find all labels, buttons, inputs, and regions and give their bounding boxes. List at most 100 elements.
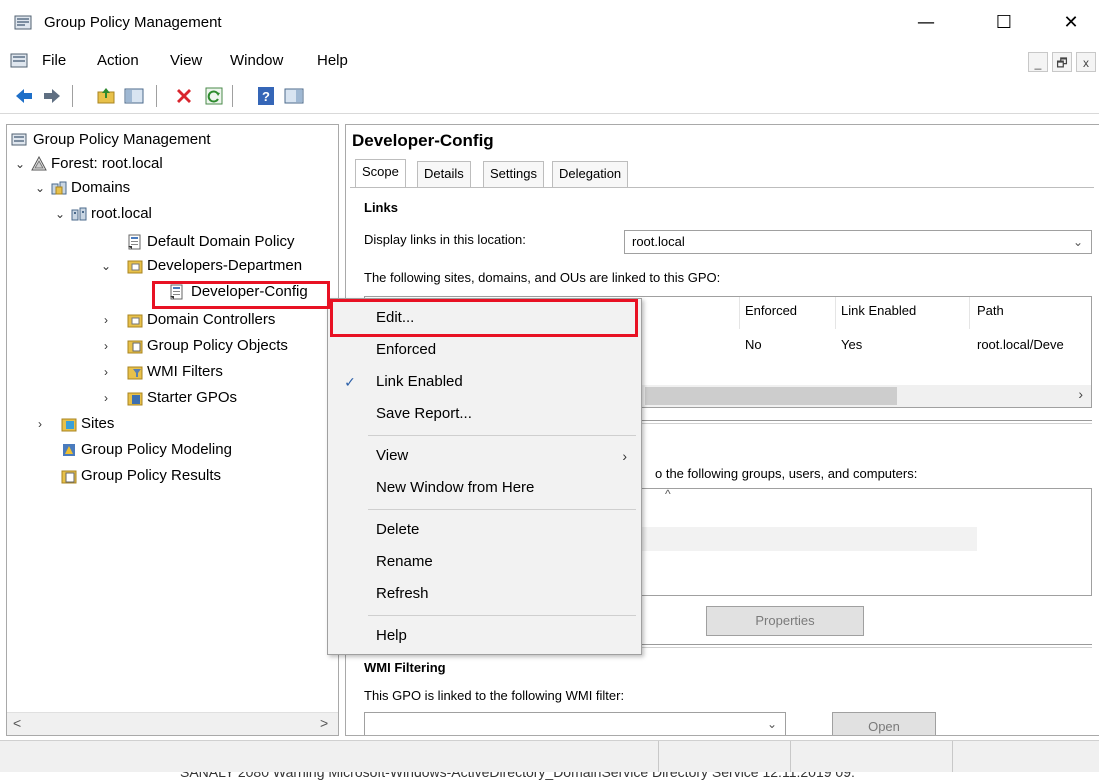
menu-item-save-report[interactable]: Save Report... xyxy=(328,399,641,429)
tree-item-label: Forest: root.local xyxy=(51,155,163,172)
tree-item-sites[interactable]: › Sites xyxy=(7,413,337,435)
gpm-app-icon xyxy=(14,15,32,30)
menu-help[interactable]: Help xyxy=(317,52,348,69)
menu-view[interactable]: View xyxy=(170,52,202,69)
collapse-chevron-icon[interactable]: ⌄ xyxy=(33,177,47,199)
menu-action[interactable]: Action xyxy=(97,52,139,69)
menu-item-refresh[interactable]: Refresh xyxy=(328,579,641,609)
tab-details[interactable]: Details xyxy=(417,161,471,187)
tree-item-group-policy-management[interactable]: Group Policy Management xyxy=(7,129,337,151)
toolbar-separator xyxy=(232,85,233,107)
menu-item-view[interactable]: View › xyxy=(328,441,641,471)
menu-item-edit[interactable]: Edit... xyxy=(328,303,641,333)
tree-item-group-policy-modeling[interactable]: Group Policy Modeling xyxy=(7,439,337,461)
tab-scope[interactable]: Scope xyxy=(355,159,406,187)
collapse-chevron-icon[interactable]: ⌄ xyxy=(13,153,27,175)
context-menu: Edit... Enforced ✓ Link Enabled Save Rep… xyxy=(327,298,642,655)
show-hide-tree-icon[interactable] xyxy=(124,86,144,106)
location-dropdown[interactable]: root.local ⌄ xyxy=(624,230,1092,254)
expand-chevron-icon[interactable]: › xyxy=(99,335,113,357)
location-value: root.local xyxy=(632,234,685,249)
tree-item-label: Group Policy Modeling xyxy=(81,441,232,458)
expand-chevron-icon[interactable]: › xyxy=(33,413,47,435)
collapse-chevron-icon[interactable]: ⌄ xyxy=(99,255,113,277)
wmi-filter-icon xyxy=(127,366,143,380)
sort-ascending-icon: ^ xyxy=(665,487,671,501)
menu-item-link-enabled[interactable]: ✓ Link Enabled xyxy=(328,367,641,397)
menu-item-enforced[interactable]: Enforced xyxy=(328,335,641,365)
forward-arrow-icon[interactable] xyxy=(42,86,62,106)
tab-delegation[interactable]: Delegation xyxy=(552,161,629,187)
cell-path: root.local/Deve xyxy=(977,337,1064,352)
menu-bar: File Action View Window Help _ 🗗 x xyxy=(0,46,1099,76)
menu-separator xyxy=(368,509,636,510)
tree-horizontal-scrollbar[interactable]: < > xyxy=(7,712,338,735)
refresh-icon[interactable] xyxy=(204,86,224,106)
tab-settings[interactable]: Settings xyxy=(483,161,544,187)
mdi-minimize-button[interactable]: _ xyxy=(1028,52,1048,72)
back-arrow-icon[interactable] xyxy=(14,86,34,106)
tree-item-label: root.local xyxy=(91,205,152,222)
tree-item-developers-department[interactable]: ⌄ Developers-Departmen xyxy=(7,255,338,277)
wmi-filter-dropdown[interactable]: ⌄ xyxy=(364,712,786,735)
tree-item-domain-controllers[interactable]: › Domain Controllers xyxy=(7,309,337,331)
menu-item-delete[interactable]: Delete xyxy=(328,515,641,545)
tree-item-label: Domain Controllers xyxy=(147,311,276,328)
scroll-right-arrow-icon[interactable]: > xyxy=(320,715,328,731)
column-header-link-enabled[interactable]: Link Enabled xyxy=(841,303,916,318)
checkmark-icon: ✓ xyxy=(344,374,356,390)
sites-icon xyxy=(61,418,77,432)
forest-icon xyxy=(31,156,47,171)
menu-separator xyxy=(368,435,636,436)
toolbar-separator xyxy=(156,85,157,107)
background-log-text: SANALY 2080 Warning Microsoft-Windows-Ac… xyxy=(180,772,855,780)
show-hide-action-pane-icon[interactable] xyxy=(284,86,304,106)
tree-item-root-local[interactable]: ⌄ root.local xyxy=(7,203,337,225)
menu-separator xyxy=(368,615,636,616)
cell-enforced: No xyxy=(745,337,762,352)
tree-item-starter-gpos[interactable]: › Starter GPOs xyxy=(7,387,337,409)
mdi-close-button[interactable]: x xyxy=(1076,52,1096,72)
tree-item-group-policy-objects[interactable]: › Group Policy Objects xyxy=(7,335,337,357)
delete-icon[interactable] xyxy=(174,86,194,106)
scroll-left-arrow-icon[interactable]: < xyxy=(13,715,21,731)
tree-item-wmi-filters[interactable]: › WMI Filters xyxy=(7,361,337,383)
tree-item-forest[interactable]: ⌄ Forest: root.local xyxy=(7,153,337,175)
tree-item-default-domain-policy[interactable]: Default Domain Policy xyxy=(7,231,337,253)
properties-button[interactable]: Properties xyxy=(706,606,864,636)
minimize-button[interactable]: — xyxy=(900,0,952,46)
menu-item-help[interactable]: Help xyxy=(328,621,641,651)
tree-item-label: Default Domain Policy xyxy=(147,233,295,250)
menu-file[interactable]: File xyxy=(42,52,66,69)
domains-icon xyxy=(51,181,67,195)
chevron-down-icon: ⌄ xyxy=(766,717,777,731)
expand-chevron-icon[interactable]: › xyxy=(99,387,113,409)
tree-item-label: Starter GPOs xyxy=(147,389,238,406)
background-window-strip: SANALY 2080 Warning Microsoft-Windows-Ac… xyxy=(0,772,1099,782)
linked-caption: The following sites, domains, and OUs ar… xyxy=(364,270,721,285)
scrollbar-thumb[interactable] xyxy=(645,387,897,405)
mdi-restore-button[interactable]: 🗗 xyxy=(1052,52,1072,72)
open-button[interactable]: Open xyxy=(832,712,936,735)
console-document-icon[interactable] xyxy=(10,52,28,70)
collapse-chevron-icon[interactable]: ⌄ xyxy=(53,203,67,225)
column-header-enforced[interactable]: Enforced xyxy=(745,303,797,318)
close-button[interactable]: ✕ xyxy=(1045,0,1097,46)
scroll-right-arrow-icon[interactable]: › xyxy=(1078,386,1083,402)
expand-chevron-icon[interactable]: › xyxy=(99,361,113,383)
tree-item-domains[interactable]: ⌄ Domains xyxy=(7,177,337,199)
menu-item-new-window[interactable]: New Window from Here xyxy=(328,473,641,503)
column-header-path[interactable]: Path xyxy=(977,303,1004,318)
chevron-down-icon: ⌄ xyxy=(1072,235,1083,249)
ou-folder-icon xyxy=(127,314,143,328)
up-folder-icon[interactable] xyxy=(96,86,116,106)
maximize-button[interactable]: ☐ xyxy=(978,0,1030,46)
tree-item-group-policy-results[interactable]: Group Policy Results xyxy=(7,465,337,487)
gpo-link-icon xyxy=(170,284,183,300)
menu-window[interactable]: Window xyxy=(230,52,283,69)
console-tree[interactable]: Group Policy Management ⌄ Forest: root.l… xyxy=(6,124,339,736)
expand-chevron-icon[interactable]: › xyxy=(99,309,113,331)
tree-item-developer-config[interactable]: Developer-Config xyxy=(157,281,327,303)
help-icon[interactable]: ? xyxy=(256,86,276,106)
menu-item-rename[interactable]: Rename xyxy=(328,547,641,577)
